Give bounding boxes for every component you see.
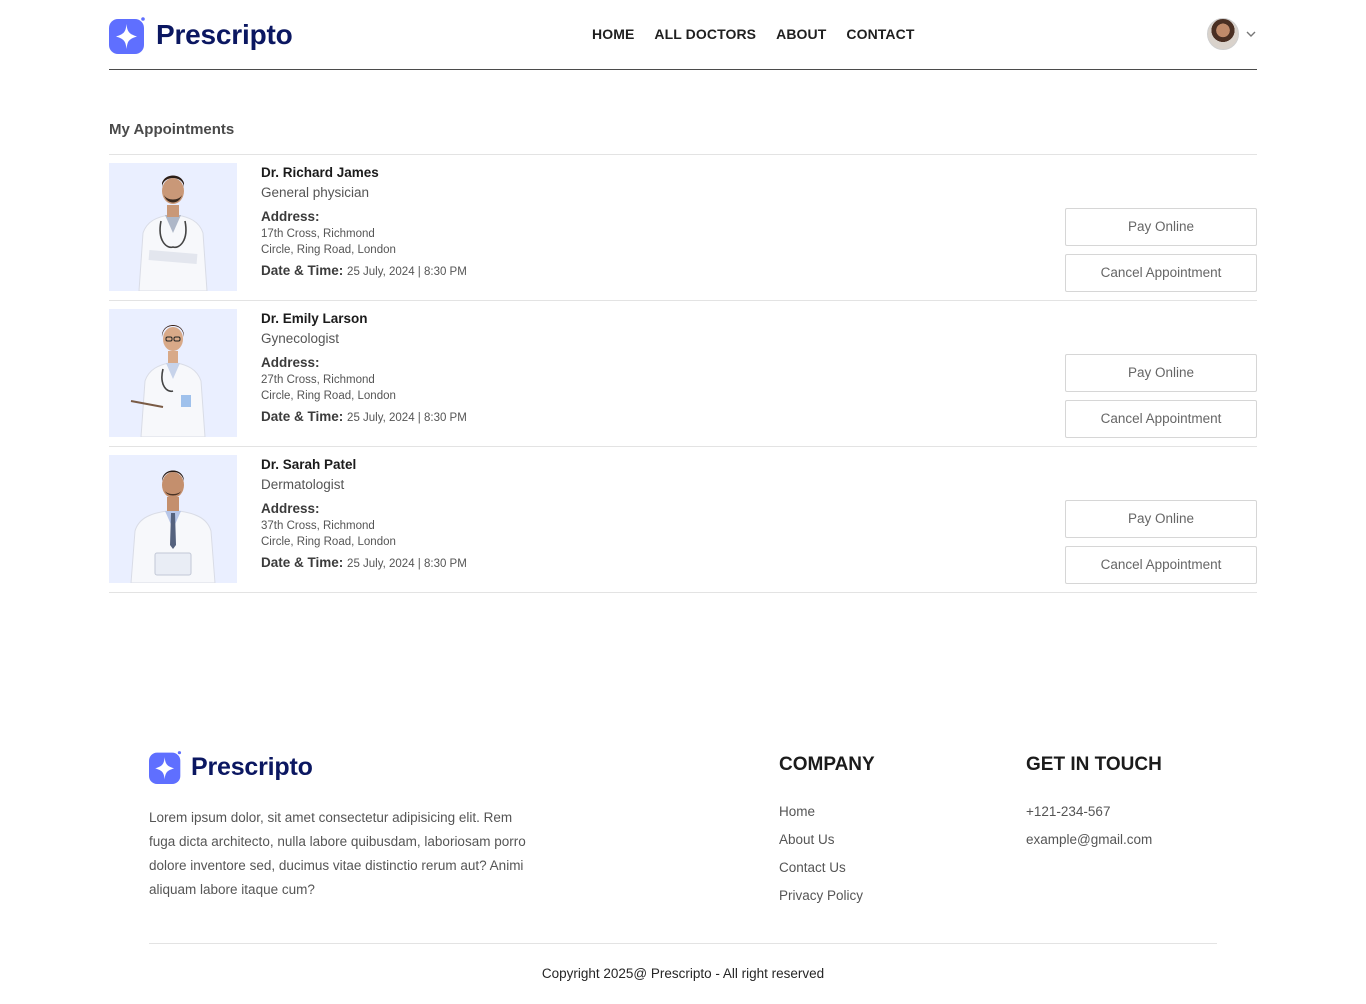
doctor-speciality: Gynecologist xyxy=(261,331,340,346)
cancel-appointment-button[interactable]: Cancel Appointment xyxy=(1065,254,1257,292)
contact-phone: +121-234-567 xyxy=(1026,804,1111,819)
appointment-actions: Pay Online Cancel Appointment xyxy=(1065,354,1257,438)
copyright: Copyright 2025@ Prescripto - All right r… xyxy=(541,966,825,981)
doctor-name: Dr. Sarah Patel xyxy=(261,457,357,472)
appointment-datetime: Date & Time: 25 July, 2024 | 8:30 PM xyxy=(261,263,467,278)
appointment-card: Dr. Sarah Patel Dermatologist Address: 3… xyxy=(109,447,1257,593)
appointment-details: Dr. Sarah Patel Dermatologist Address: 3… xyxy=(261,457,467,570)
doctor-speciality: General physician xyxy=(261,185,370,200)
brand-name: Prescripto xyxy=(156,19,293,50)
doctor-name: Dr. Richard James xyxy=(261,165,379,180)
nav-home[interactable]: HOME xyxy=(592,26,634,42)
appointment-card: Dr. Emily Larson Gynecologist Address: 2… xyxy=(109,301,1257,447)
address-line-2: Circle, Ring Road, London xyxy=(261,536,396,548)
doctor-name: Dr. Emily Larson xyxy=(261,311,368,326)
avatar[interactable] xyxy=(1207,18,1239,50)
cancel-appointment-button[interactable]: Cancel Appointment xyxy=(1065,546,1257,584)
cancel-appointment-button[interactable]: Cancel Appointment xyxy=(1065,400,1257,438)
address-line-2: Circle, Ring Road, London xyxy=(261,390,396,402)
page-title: My Appointments xyxy=(109,121,235,138)
profile-menu[interactable] xyxy=(1207,18,1257,50)
pay-online-button[interactable]: Pay Online xyxy=(1065,208,1257,246)
address-line-2: Circle, Ring Road, London xyxy=(261,244,396,256)
appointment-actions: Pay Online Cancel Appointment xyxy=(1065,208,1257,292)
address-label: Address: xyxy=(261,209,320,224)
nav-contact[interactable]: CONTACT xyxy=(846,26,914,42)
datetime-label: Date & Time: xyxy=(261,409,344,424)
nav-all-doctors[interactable]: ALL DOCTORS xyxy=(654,26,756,42)
footer-brand-name: Prescripto xyxy=(191,752,313,781)
datetime-value: 25 July, 2024 | 8:30 PM xyxy=(347,412,467,424)
address-line-1: 37th Cross, Richmond xyxy=(261,520,375,532)
logo-icon xyxy=(149,750,183,784)
appointment-details: Dr. Richard James General physician Addr… xyxy=(261,165,467,278)
doctor-photo xyxy=(109,309,237,437)
appointments-list: Dr. Richard James General physician Addr… xyxy=(109,154,1257,593)
logo-icon xyxy=(109,16,147,54)
address-line-1: 17th Cross, Richmond xyxy=(261,228,375,240)
appointment-datetime: Date & Time: 25 July, 2024 | 8:30 PM xyxy=(261,555,467,570)
footer-link-privacy[interactable]: Privacy Policy xyxy=(779,882,875,910)
pay-online-button[interactable]: Pay Online xyxy=(1065,500,1257,538)
datetime-label: Date & Time: xyxy=(261,263,344,278)
brand-logo[interactable]: Prescripto xyxy=(109,15,293,55)
footer-brand-logo[interactable]: Prescripto xyxy=(149,750,313,784)
footer-link-contact[interactable]: Contact Us xyxy=(779,854,875,882)
appointment-actions: Pay Online Cancel Appointment xyxy=(1065,500,1257,584)
datetime-value: 25 July, 2024 | 8:30 PM xyxy=(347,558,467,570)
company-title: COMPANY xyxy=(779,754,875,775)
datetime-value: 25 July, 2024 | 8:30 PM xyxy=(347,266,467,278)
datetime-label: Date & Time: xyxy=(261,555,344,570)
pay-online-button[interactable]: Pay Online xyxy=(1065,354,1257,392)
appointment-details: Dr. Emily Larson Gynecologist Address: 2… xyxy=(261,311,467,424)
doctor-photo xyxy=(109,163,237,291)
footer-divider xyxy=(149,943,1217,944)
appointment-datetime: Date & Time: 25 July, 2024 | 8:30 PM xyxy=(261,409,467,424)
main-nav: HOME ALL DOCTORS ABOUT CONTACT xyxy=(592,26,935,42)
get-in-touch-title: GET IN TOUCH xyxy=(1026,754,1162,775)
footer-description: Lorem ipsum dolor, sit amet consectetur … xyxy=(149,810,526,897)
navbar: Prescripto HOME ALL DOCTORS ABOUT CONTAC… xyxy=(109,0,1257,70)
nav-about[interactable]: ABOUT xyxy=(776,26,826,42)
contact-email: example@gmail.com xyxy=(1026,832,1153,847)
doctor-photo xyxy=(109,455,237,583)
address-line-1: 27th Cross, Richmond xyxy=(261,374,375,386)
footer-link-home[interactable]: Home xyxy=(779,798,875,826)
appointment-card: Dr. Richard James General physician Addr… xyxy=(109,155,1257,301)
footer-link-about[interactable]: About Us xyxy=(779,826,875,854)
chevron-down-icon[interactable] xyxy=(1245,28,1257,40)
footer-get-in-touch: GET IN TOUCH +121-234-567 example@gmail.… xyxy=(1026,754,1162,854)
doctor-speciality: Dermatologist xyxy=(261,477,345,492)
address-label: Address: xyxy=(261,501,320,516)
address-label: Address: xyxy=(261,355,320,370)
footer-company: COMPANY Home About Us Contact Us Privacy… xyxy=(779,754,875,910)
